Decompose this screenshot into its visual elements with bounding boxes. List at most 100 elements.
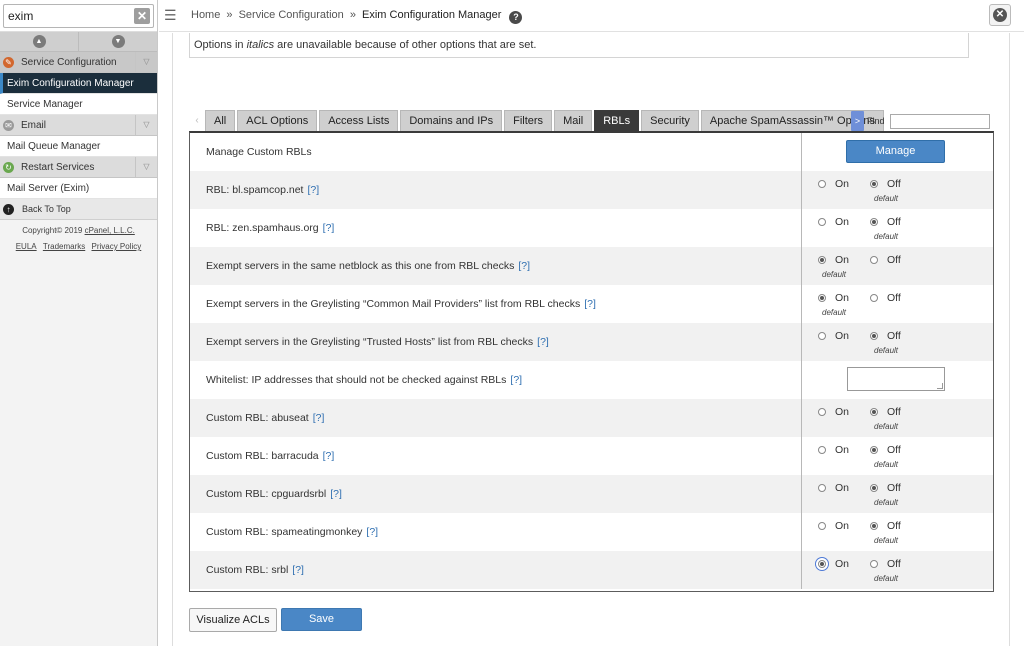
breadcrumb-service-configuration[interactable]: Service Configuration bbox=[239, 9, 344, 21]
radio-button[interactable] bbox=[818, 522, 826, 530]
radio-option-on[interactable]: On bbox=[818, 330, 849, 342]
help-link[interactable]: [?] bbox=[510, 374, 522, 386]
radio-option-on[interactable]: On bbox=[818, 558, 849, 570]
whitelist-textarea[interactable] bbox=[847, 367, 945, 391]
radio-button[interactable] bbox=[818, 560, 826, 568]
radio-option-off[interactable]: Off bbox=[870, 444, 901, 456]
cpanel-link[interactable]: cPanel, L.L.C. bbox=[85, 226, 135, 235]
privacy-policy-link[interactable]: Privacy Policy bbox=[91, 242, 141, 251]
radio-option-on[interactable]: On bbox=[818, 520, 849, 532]
setting-label: RBL: zen.spamhaus.org [?] bbox=[190, 209, 802, 247]
radio-button[interactable] bbox=[870, 446, 878, 454]
radio-button[interactable] bbox=[870, 218, 878, 226]
tab-access-lists[interactable]: Access Lists bbox=[319, 110, 399, 131]
radio-option-off[interactable]: Off bbox=[870, 406, 901, 418]
help-link[interactable]: [?] bbox=[307, 184, 319, 196]
tab-all[interactable]: All bbox=[205, 110, 236, 131]
setting-row: Custom RBL: cpguardsrbl [?] On Off default bbox=[190, 475, 993, 513]
radio-button[interactable] bbox=[870, 484, 878, 492]
visualize-acls-button[interactable]: Visualize ACLs bbox=[189, 608, 277, 632]
radio-option-on[interactable]: On bbox=[818, 178, 849, 190]
radio-button[interactable] bbox=[870, 180, 878, 188]
sidebar-item-mail-queue-manager[interactable]: Mail Queue Manager bbox=[0, 136, 157, 157]
clear-search-icon[interactable]: ✕ bbox=[134, 8, 150, 24]
radio-option-on[interactable]: On bbox=[818, 254, 849, 266]
radio-button[interactable] bbox=[870, 256, 878, 264]
radio-button[interactable] bbox=[870, 332, 878, 340]
radio-option-off[interactable]: Off bbox=[870, 482, 901, 494]
radio-button[interactable] bbox=[818, 408, 826, 416]
setting-label: Custom RBL: barracuda [?] bbox=[190, 437, 802, 475]
trademarks-link[interactable]: Trademarks bbox=[43, 242, 85, 251]
eula-link[interactable]: EULA bbox=[16, 242, 37, 251]
radio-option-on[interactable]: On bbox=[818, 216, 849, 228]
radio-option-on[interactable]: On bbox=[818, 292, 849, 304]
default-label: default bbox=[822, 270, 847, 279]
help-link[interactable]: [?] bbox=[292, 564, 304, 576]
menu-toggle-icon[interactable]: ☰ bbox=[164, 7, 180, 23]
radio-button[interactable] bbox=[870, 560, 878, 568]
radio-option-off[interactable]: Off bbox=[870, 558, 901, 570]
help-link[interactable]: [?] bbox=[323, 450, 335, 462]
tab-next-icon[interactable]: > bbox=[851, 111, 864, 131]
help-link[interactable]: [?] bbox=[584, 298, 596, 310]
radio-button[interactable] bbox=[818, 218, 826, 226]
tab-domains-and-ips[interactable]: Domains and IPs bbox=[400, 110, 503, 131]
help-link[interactable]: [?] bbox=[313, 412, 325, 424]
radio-button[interactable] bbox=[818, 332, 826, 340]
radio-option-on[interactable]: On bbox=[818, 444, 849, 456]
breadcrumb-home[interactable]: Home bbox=[191, 9, 220, 21]
manage-button[interactable]: Manage bbox=[846, 140, 945, 163]
tab-prev-icon[interactable]: ‹ bbox=[189, 110, 205, 131]
sidebar-item-service-manager[interactable]: Service Manager bbox=[0, 94, 157, 115]
help-link[interactable]: [?] bbox=[537, 336, 549, 348]
tab-rbls[interactable]: RBLs bbox=[594, 110, 640, 131]
radio-button[interactable] bbox=[818, 256, 826, 264]
radio-option-off[interactable]: Off bbox=[870, 254, 901, 266]
tab-acl-options[interactable]: ACL Options bbox=[237, 110, 318, 131]
radio-button[interactable] bbox=[870, 522, 878, 530]
close-button[interactable]: ✕ bbox=[989, 4, 1011, 26]
sidebar-category-email[interactable]: ✉ Email ▽ bbox=[0, 115, 157, 136]
help-icon[interactable]: ? bbox=[509, 11, 523, 24]
sidebar-item-mail-server-exim[interactable]: Mail Server (Exim) bbox=[0, 178, 157, 199]
radio-label: Off bbox=[887, 292, 901, 304]
chevron-down-icon[interactable]: ▽ bbox=[135, 115, 157, 135]
radio-button[interactable] bbox=[818, 294, 826, 302]
collapse-all-button[interactable]: ▲ bbox=[0, 32, 79, 51]
radio-label: On bbox=[835, 558, 850, 570]
tab-filters[interactable]: Filters bbox=[504, 110, 553, 131]
help-link[interactable]: [?] bbox=[366, 526, 378, 538]
tab-mail[interactable]: Mail bbox=[554, 110, 593, 131]
sidebar-item-exim-configuration-manager[interactable]: Exim Configuration Manager bbox=[0, 73, 157, 94]
radio-option-off[interactable]: Off bbox=[870, 520, 901, 532]
help-link[interactable]: [?] bbox=[518, 260, 530, 272]
radio-option-on[interactable]: On bbox=[818, 406, 849, 418]
back-to-top-link[interactable]: ↑ Back To Top bbox=[0, 199, 157, 220]
help-link[interactable]: [?] bbox=[323, 222, 335, 234]
sidebar-category-restart-services[interactable]: ↻ Restart Services ▽ bbox=[0, 157, 157, 178]
radio-button[interactable] bbox=[818, 484, 826, 492]
sidebar-category-service-configuration[interactable]: ✎ Service Configuration ▽ bbox=[0, 52, 157, 73]
radio-option-off[interactable]: Off bbox=[870, 330, 901, 342]
expand-all-button[interactable]: ▼ bbox=[79, 32, 157, 51]
radio-option-off[interactable]: Off bbox=[870, 292, 901, 304]
chevron-down-icon[interactable]: ▽ bbox=[135, 157, 157, 177]
radio-option-off[interactable]: Off bbox=[870, 178, 901, 190]
radio-button[interactable] bbox=[870, 408, 878, 416]
find-input[interactable] bbox=[889, 113, 990, 129]
radio-button[interactable] bbox=[818, 446, 826, 454]
radio-option-on[interactable]: On bbox=[818, 482, 849, 494]
tab-security[interactable]: Security bbox=[641, 110, 699, 131]
help-link[interactable]: [?] bbox=[330, 488, 342, 500]
setting-control: On Off default bbox=[802, 323, 993, 361]
find-label: Find bbox=[867, 116, 885, 126]
radio-button[interactable] bbox=[870, 294, 878, 302]
radio-label: On bbox=[835, 216, 850, 228]
search-input[interactable] bbox=[4, 5, 132, 27]
chevron-down-icon[interactable]: ▽ bbox=[135, 52, 157, 72]
save-button[interactable]: Save bbox=[281, 608, 362, 631]
radio-option-off[interactable]: Off bbox=[870, 216, 901, 228]
radio-button[interactable] bbox=[818, 180, 826, 188]
setting-label: Manage Custom RBLs bbox=[190, 133, 802, 171]
